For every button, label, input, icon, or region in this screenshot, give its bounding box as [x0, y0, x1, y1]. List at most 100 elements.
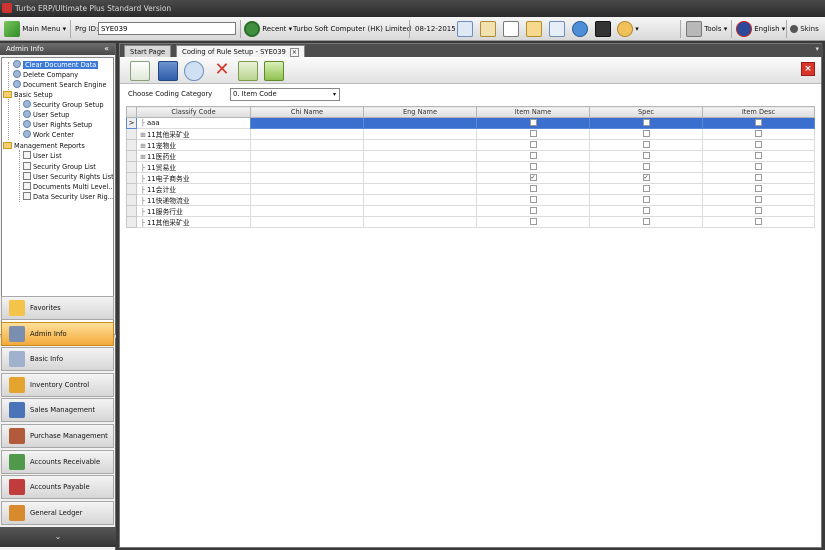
nav-basic-info[interactable]: Basic Info [1, 347, 114, 371]
row-indicator[interactable] [126, 160, 137, 173]
item-name-checkbox[interactable] [529, 218, 537, 226]
cell-eng-name[interactable] [363, 149, 477, 162]
spec-checkbox[interactable] [642, 207, 650, 215]
tree-item-user-list[interactable]: User List [23, 151, 62, 161]
nav-purchase-management[interactable]: Purchase Management [1, 424, 114, 448]
item-desc-checkbox[interactable] [755, 218, 762, 226]
item-desc-checkbox[interactable] [755, 163, 762, 171]
org-chart-button[interactable] [526, 17, 542, 41]
cell-eng-name[interactable] [363, 138, 477, 151]
row-indicator[interactable] [126, 171, 137, 184]
expand-node-icon[interactable]: ⊞ [139, 142, 147, 150]
table-row[interactable]: ⊞11宠物业 [126, 138, 815, 151]
cell-classify-code[interactable]: ⊞11宠物业 [136, 138, 251, 151]
row-indicator[interactable] [126, 182, 137, 195]
table-row[interactable]: ├ 11电子商务业 ✓ ✓ [126, 171, 815, 184]
cell-chi-name[interactable] [250, 171, 364, 184]
home-button[interactable] [480, 17, 496, 41]
row-indicator[interactable] [126, 127, 137, 140]
tree-item-user-rights-setup[interactable]: User Rights Setup [23, 120, 92, 130]
spec-checkbox[interactable] [642, 141, 650, 149]
nav-favorites[interactable]: Favorites [1, 296, 114, 320]
row-indicator[interactable] [126, 193, 137, 206]
cell-classify-code[interactable]: ⊞11医药业 [136, 149, 251, 162]
item-desc-checkbox[interactable] [755, 174, 762, 182]
column-header-eng-name[interactable]: Eng Name [363, 106, 477, 118]
table-row[interactable]: > ├ aaa [126, 117, 815, 129]
nav-inventory-control[interactable]: Inventory Control [1, 373, 114, 397]
recent-button[interactable]: Recent ▾ [244, 17, 292, 41]
item-name-checkbox[interactable] [529, 196, 537, 204]
cell-eng-name[interactable] [363, 193, 477, 206]
main-menu-button[interactable]: Main Menu ▾ [4, 17, 66, 41]
row-indicator[interactable] [126, 149, 137, 162]
coding-category-select[interactable]: 0. Item Code ▾ [230, 88, 340, 101]
tab-coding-rule-setup[interactable]: Coding of Rule Setup - SYE039 × [176, 45, 305, 57]
tree-item-user-setup[interactable]: User Setup [23, 110, 69, 120]
collapse-rows-button[interactable] [238, 61, 258, 81]
search-tool-button[interactable] [457, 17, 473, 41]
column-header-spec[interactable]: Spec [589, 106, 703, 118]
tree-item-document-search-engine[interactable]: Document Search Engine [13, 80, 107, 90]
column-header-chi-name[interactable]: Chi Name [250, 106, 364, 118]
table-row[interactable]: ├ 11会计业 [126, 182, 815, 195]
cell-chi-name[interactable] [250, 182, 364, 195]
tree-item-security-group-list[interactable]: Security Group List [23, 162, 96, 172]
save-button[interactable] [158, 61, 178, 81]
cell-chi-name[interactable] [250, 117, 364, 129]
cell-chi-name[interactable] [250, 127, 364, 140]
tree-item-delete-company[interactable]: Delete Company [13, 70, 78, 80]
cell-eng-name[interactable] [363, 171, 477, 184]
nav-overflow-button[interactable]: ⌄ [0, 527, 116, 547]
row-indicator[interactable] [126, 215, 137, 228]
skins-menu[interactable]: Skins [790, 17, 819, 41]
item-name-checkbox[interactable] [529, 130, 537, 138]
cell-classify-code[interactable]: ├ 11服务行业 [136, 204, 251, 217]
cell-classify-code[interactable]: ├ aaa [136, 117, 251, 129]
tab-list-dropdown-icon[interactable]: ▾ [815, 45, 819, 53]
tree-item-user-security-rights-list[interactable]: User Security Rights List [23, 172, 113, 182]
spec-checkbox[interactable] [642, 152, 650, 160]
language-menu[interactable]: English ▾ [736, 17, 785, 41]
spec-checkbox[interactable] [642, 185, 650, 193]
new-record-button[interactable] [130, 61, 150, 81]
cell-classify-code[interactable]: ⊞11其他采矿业 [136, 127, 251, 140]
close-tab-icon[interactable]: × [289, 48, 299, 57]
spec-checkbox[interactable] [642, 218, 650, 226]
item-name-checkbox[interactable] [529, 207, 537, 215]
cell-classify-code[interactable]: ├ 11其他采矿业 [136, 215, 251, 228]
item-name-checkbox[interactable] [529, 119, 537, 127]
cell-chi-name[interactable] [250, 160, 364, 173]
spec-checkbox[interactable] [642, 163, 650, 171]
column-header-classify-code[interactable]: Classify Code [136, 106, 251, 118]
cell-classify-code[interactable]: ├ 11会计业 [136, 182, 251, 195]
list-button[interactable] [503, 17, 519, 41]
delete-button[interactable]: ✕ [212, 61, 232, 81]
expand-node-icon[interactable]: ⊞ [139, 131, 147, 139]
table-row[interactable]: ⊞11其他采矿业 [126, 127, 815, 140]
tab-start-page[interactable]: Start Page [124, 45, 172, 57]
column-header-item-name[interactable]: Item Name [476, 106, 590, 118]
tree-item-work-center[interactable]: Work Center [23, 130, 74, 140]
nav-accounts-receivable[interactable]: Accounts Receivable [1, 450, 114, 474]
cell-chi-name[interactable] [250, 149, 364, 162]
row-indicator[interactable] [126, 138, 137, 151]
spec-checkbox[interactable] [642, 119, 650, 127]
browser-button[interactable] [572, 17, 588, 41]
cell-eng-name[interactable] [363, 160, 477, 173]
table-row[interactable]: ├ 11服务行业 [126, 204, 815, 217]
item-desc-checkbox[interactable] [755, 130, 762, 138]
table-row[interactable]: ├ 11其他采矿业 [126, 215, 815, 228]
tree-item-documents-multi-level[interactable]: Documents Multi Level... [23, 182, 113, 192]
collapse-panel-icon[interactable]: « [104, 43, 109, 55]
column-header-item-desc[interactable]: Item Desc [702, 106, 815, 118]
tree-item-security-group-setup[interactable]: Security Group Setup [23, 100, 104, 110]
item-desc-checkbox[interactable] [755, 119, 762, 127]
nav-admin-info[interactable]: Admin Info [1, 322, 114, 346]
refresh-button[interactable] [184, 61, 204, 81]
tree-folder-basic-setup[interactable]: Basic Setup [3, 90, 53, 100]
cell-eng-name[interactable] [363, 117, 477, 129]
item-name-checkbox[interactable] [529, 152, 537, 160]
tools-menu[interactable]: Tools ▾ [686, 17, 727, 41]
nav-accounts-payable[interactable]: Accounts Payable [1, 475, 114, 499]
